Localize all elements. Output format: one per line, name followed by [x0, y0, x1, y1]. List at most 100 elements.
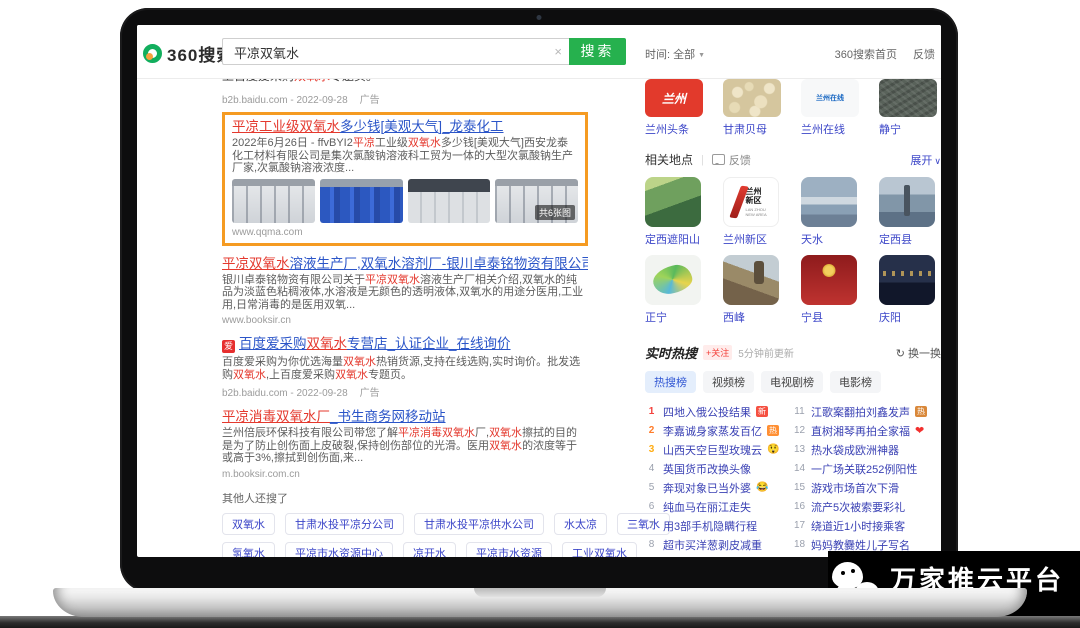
time-filter-dropdown[interactable]: 时间: 全部▼ — [645, 46, 705, 62]
refresh-icon: ↻ — [896, 348, 905, 360]
hot-search-item[interactable]: 17绕道近1小时接乘客 — [793, 516, 941, 535]
tab-hot-list[interactable]: 热搜榜 — [645, 371, 696, 393]
result-url: m.booksir.com.cn — [222, 469, 588, 480]
hot-list-right-column: 11江歌案翻拍刘鑫发声热 12直树湘琴再拍全家福❤ 13热水袋成欧洲神器 14一… — [793, 402, 941, 557]
related-tag[interactable]: 甘肃水投平凉分公司 — [285, 513, 404, 535]
home-link[interactable]: 360搜索首页 — [835, 46, 897, 62]
clear-icon[interactable]: × — [554, 44, 562, 59]
hot-item-text: 超市买洋葱剥皮减重 — [663, 537, 762, 553]
related-tag[interactable]: 甘肃水投平凉供水公司 — [414, 513, 544, 535]
hot-search-item[interactable]: 5奔现对象已当外婆😂 — [645, 478, 793, 497]
related-image-lanzhou-toutiao[interactable]: 兰州 — [645, 79, 703, 117]
related-image-lanzhou-online[interactable]: 兰州在线 — [801, 79, 859, 117]
hot-search-item[interactable]: 12直树湘琴再拍全家福❤ — [793, 421, 941, 440]
related-image-cell: 兰州在线 兰州在线 — [801, 79, 863, 137]
related-tag[interactable]: 凉开水 — [403, 542, 456, 558]
ad-label: 广告 — [360, 388, 380, 399]
hot-item-text: 绕道近1小时接乘客 — [811, 518, 905, 534]
related-image-label[interactable]: 兰州头条 — [645, 121, 707, 137]
related-image-label[interactable]: 甘肃贝母 — [723, 121, 785, 137]
place-label[interactable]: 定西县 — [879, 231, 941, 247]
related-tag[interactable]: 氢氧水 — [222, 542, 275, 558]
thumbnail-image[interactable]: 共6张图 — [495, 179, 578, 223]
tab-tv-list[interactable]: 电视剧榜 — [761, 371, 823, 393]
hot-search-item[interactable]: 8超市买洋葱剥皮减重 — [645, 535, 793, 554]
hot-search-item[interactable]: 6纯血马在丽江走失 — [645, 497, 793, 516]
place-image-tianshui[interactable] — [801, 177, 857, 227]
result-url: www.qqma.com — [232, 227, 578, 238]
place-image-dingxi-county[interactable] — [879, 177, 935, 227]
result-title-link[interactable]: 爱百度爱采购双氧水专营店_认证企业_在线询价 — [222, 336, 588, 353]
place-label[interactable]: 庆阳 — [879, 309, 941, 325]
chevron-down-icon: ∨ — [934, 156, 941, 166]
rank: 3 — [645, 444, 658, 455]
place-label[interactable]: 定西遮阳山 — [645, 231, 707, 247]
place-image-xifeng[interactable] — [723, 255, 779, 305]
place-cell: 天水 — [801, 177, 863, 247]
related-image-jingning[interactable] — [879, 79, 937, 117]
related-tags-row: 氢氧水 平凉市水资源中心 凉开水 平凉市水资源 工业双氧水 — [222, 542, 588, 558]
place-label[interactable]: 兰州新区 — [723, 231, 785, 247]
related-tag[interactable]: 平凉市水资源中心 — [285, 542, 393, 558]
search-input-field[interactable] — [232, 42, 536, 63]
follow-badge[interactable]: +关注 — [703, 345, 732, 360]
hot-item-text: 媒体评1根玉米卖6元 — [663, 556, 763, 558]
result-snippet: 2022年6月26日 - ffvBYI2平凉工业级双氧水多少钱[美观大气]西安龙… — [232, 137, 578, 175]
hot-search-item[interactable]: 1四地入俄公投结果新 — [645, 402, 793, 421]
hot-badge: 热 — [767, 425, 779, 436]
place-image-zhengning[interactable] — [645, 255, 701, 305]
place-image-qingyang[interactable] — [879, 255, 935, 305]
related-image-label[interactable]: 静宁 — [879, 121, 941, 137]
related-image-label[interactable]: 兰州在线 — [801, 121, 863, 137]
related-tag[interactable]: 平凉市水资源 — [466, 542, 552, 558]
place-cell: 宁县 — [801, 255, 863, 325]
hot-search-item[interactable]: 16流产5次被索要彩礼 — [793, 497, 941, 516]
heart-icon: ❤ — [915, 424, 924, 437]
related-image-gansu-beimu[interactable] — [723, 79, 781, 117]
related-tag[interactable]: 水太凉 — [554, 513, 607, 535]
place-label[interactable]: 宁县 — [801, 309, 863, 325]
expand-button[interactable]: 展开∨ — [910, 152, 941, 168]
hot-search-item[interactable]: 15游戏市场首次下滑 — [793, 478, 941, 497]
360-logo-icon[interactable]: 360搜索 — [143, 41, 234, 66]
search-button[interactable]: 搜索 — [569, 38, 626, 65]
tab-video-list[interactable]: 视频榜 — [703, 371, 754, 393]
place-label[interactable]: 正宁 — [645, 309, 707, 325]
place-image-ningxian[interactable] — [801, 255, 857, 305]
hot-search-item[interactable]: 2李嘉诚身家蒸发百亿热 — [645, 421, 793, 440]
hot-item-text: 奔现对象已当外婆 — [663, 480, 751, 496]
tab-movie-list[interactable]: 电影榜 — [830, 371, 881, 393]
refresh-button[interactable]: ↻ 换一换 — [896, 345, 941, 361]
emoji-icon: 😲 — [767, 444, 779, 455]
hot-search-item[interactable]: 3山西天空巨型玫瑰云😲 — [645, 440, 793, 459]
result-title-link[interactable]: 平凉工业级双氧水多少钱[美观大气]_龙泰化工 — [232, 119, 578, 134]
laptop-bezel: 360搜索 × 搜索 时间: 全部▼ 360搜索首页 反馈 上百度爱采购双氧水专… — [120, 8, 958, 592]
place-image-dingxi-zheyangshan[interactable] — [645, 177, 701, 227]
hot-search-title: 实时热搜 — [645, 343, 697, 362]
place-label[interactable]: 天水 — [801, 231, 863, 247]
baidu-aicaigou-icon: 爱 — [222, 340, 235, 353]
hot-search-item[interactable]: 4英国货币改换头像 — [645, 459, 793, 478]
places-feedback-button[interactable]: 反馈 — [712, 152, 751, 168]
hot-search-item[interactable]: 9媒体评1根玉米卖6元 — [645, 554, 793, 557]
hot-search-item[interactable]: 14一广场关联252例阳性 — [793, 459, 941, 478]
search-input[interactable]: × — [222, 38, 569, 65]
result-title-link[interactable]: 平凉消毒双氧水厂_书生商务网移动站 — [222, 409, 588, 424]
related-tag[interactable]: 双氧水 — [222, 513, 275, 535]
related-searches: 其他人还搜了 双氧水 甘肃水投平凉分公司 甘肃水投平凉供水公司 水太凉 三氧水 … — [222, 490, 588, 558]
thumbnail-image[interactable] — [320, 179, 403, 223]
tile-text: 兰州新区 — [746, 187, 764, 205]
related-tag[interactable]: 工业双氧水 — [562, 542, 637, 558]
place-image-lanzhou-xinqu[interactable]: 兰州新区LAN ZHOU NEW AREA — [723, 177, 779, 227]
hot-search-item[interactable]: 13热水袋成欧洲神器 — [793, 440, 941, 459]
related-image-cell: 静宁 — [879, 79, 941, 137]
result-title-link[interactable]: 平凉双氧水溶液生产厂,双氧水溶剂厂-银川卓泰铭物资有限公司-书... — [222, 256, 588, 271]
hot-search-item[interactable]: 7用3部手机隐瞒行程 — [645, 516, 793, 535]
thumbnail-image[interactable] — [408, 179, 491, 223]
hot-search-item[interactable]: 11江歌案翻拍刘鑫发声热 — [793, 402, 941, 421]
rank: 15 — [793, 482, 806, 493]
feedback-link[interactable]: 反馈 — [913, 46, 935, 62]
emoji-icon: 😂 — [756, 482, 768, 493]
thumbnail-image[interactable] — [232, 179, 315, 223]
place-label[interactable]: 西峰 — [723, 309, 785, 325]
